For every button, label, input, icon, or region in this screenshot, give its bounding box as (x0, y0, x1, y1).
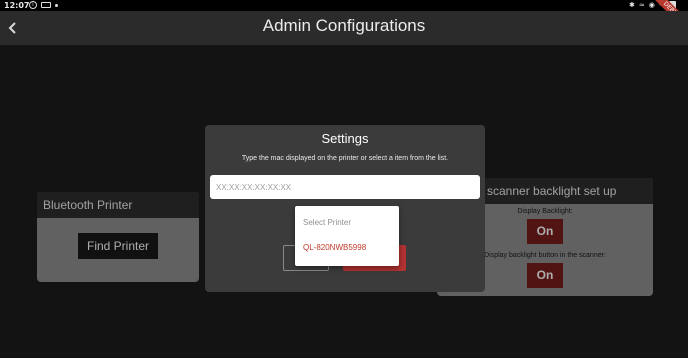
status-bar: 12:07 i ✱ ≈ ◉ ◠ DEBUG (0, 0, 688, 35)
dialog-description: Type the mac displayed on the printer or… (241, 155, 449, 162)
signal-icon: ≈ (638, 1, 645, 9)
status-time: 12:07 (4, 1, 30, 10)
bluetooth-icon: ✱ (629, 1, 635, 9)
dot-icon (55, 3, 58, 7)
dialog-title: Settings (321, 131, 369, 146)
page-title: Admin Configurations (262, 16, 426, 35)
battery-saver-icon (41, 2, 51, 8)
mac-address-input[interactable] (210, 175, 480, 199)
info-icon: i (29, 1, 37, 9)
app-bar: Admin Configurations (0, 11, 688, 45)
dropdown-placeholder: Select Printer (303, 218, 352, 227)
printer-dropdown: Select Printer QL-820NWB5998 (295, 206, 399, 266)
eye-icon: ◉ (648, 1, 655, 9)
dropdown-option-printer[interactable]: QL-820NWB5998 (303, 243, 366, 252)
status-left-icons: i (29, 1, 58, 9)
